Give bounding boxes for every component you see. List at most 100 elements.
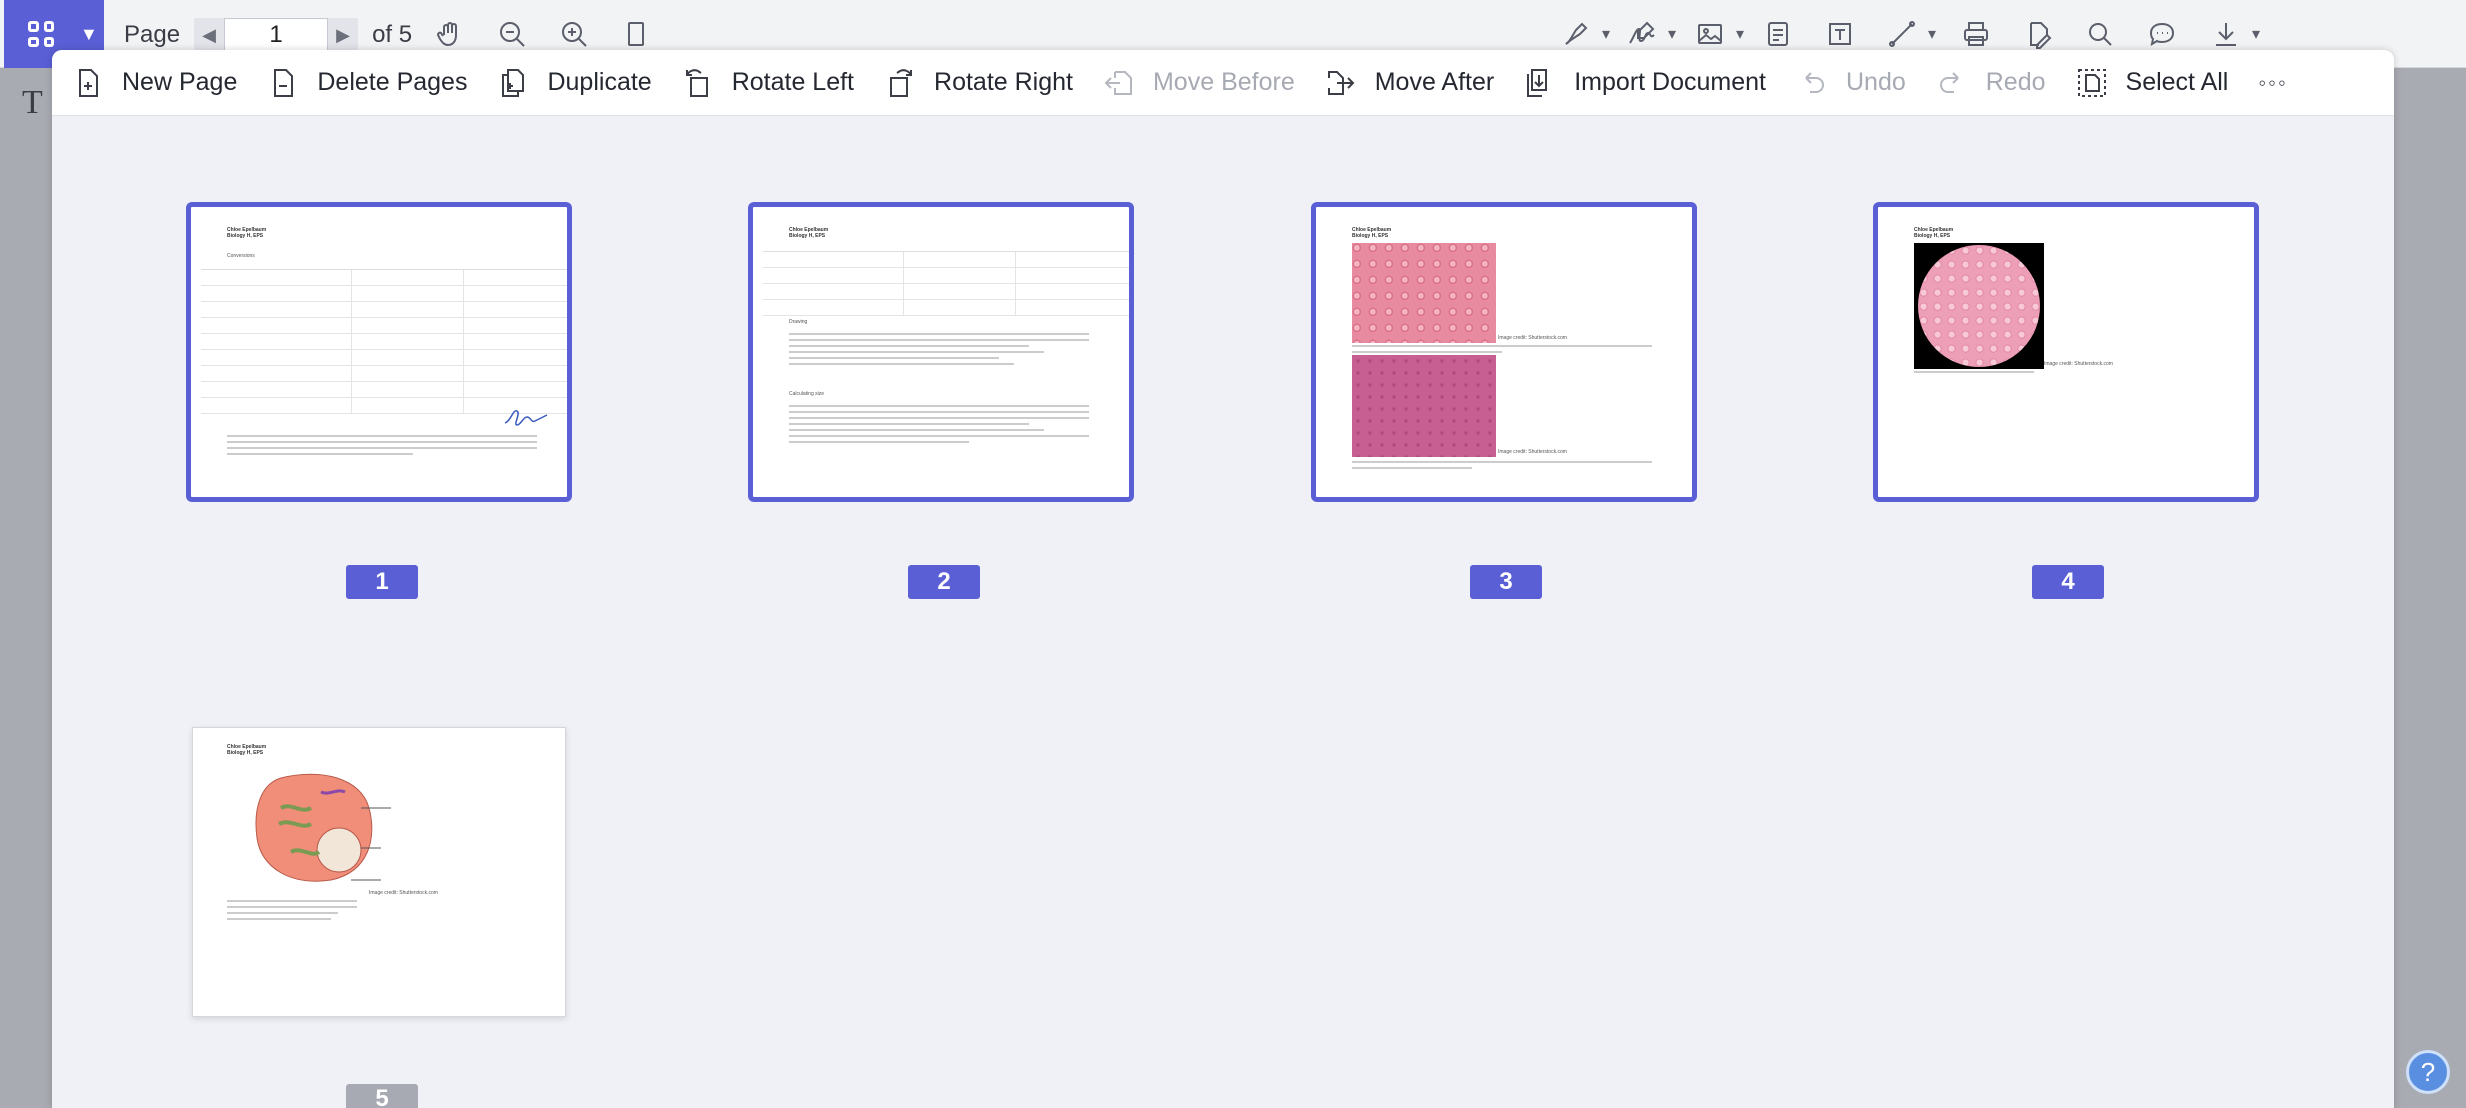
prev-page-button[interactable]: ◀ <box>194 18 225 52</box>
blood-cells-image <box>1352 243 1496 343</box>
tissue-image <box>1352 355 1496 457</box>
chevron-down-icon[interactable]: ▾ <box>1662 24 1682 44</box>
page-thumbnail-2[interactable]: Chloe Epelbaum Biology H, EPS Drawing Ca… <box>748 202 1134 502</box>
rotate-right-icon <box>890 68 913 97</box>
print-icon[interactable] <box>1956 14 1996 54</box>
page-4-credit: Image credit: Shutterstock.com <box>2044 361 2113 367</box>
page-1-content: Chloe Epelbaum Biology H, EPS <box>227 227 266 239</box>
page-1-text-lines <box>227 435 537 459</box>
select-all-button[interactable]: Select All <box>2076 50 2229 116</box>
search-icon[interactable] <box>2080 14 2120 54</box>
move-before-button[interactable]: Move Before <box>1103 50 1295 116</box>
undo-label: Undo <box>1845 68 1906 96</box>
import-document-icon <box>1527 68 1548 97</box>
redo-label: Redo <box>1985 68 2046 96</box>
image-icon[interactable] <box>1690 14 1730 54</box>
page-3-credit-2: Image credit: Shutterstock.com <box>1498 449 1567 455</box>
move-after-icon <box>1327 70 1355 95</box>
delete-pages-icon <box>274 68 294 97</box>
page-thumbnail-5[interactable]: Chloe Epelbaum Biology H, EPS Image cred… <box>192 727 566 1017</box>
chevron-down-icon[interactable]: ▾ <box>1922 24 1942 44</box>
cell-diagram <box>255 773 391 882</box>
page-navigator: Page ◀ ▶ of 5 <box>124 18 412 52</box>
text-tool-icon[interactable]: T <box>0 68 60 142</box>
download-icon[interactable] <box>2206 14 2246 54</box>
rotate-left-label: Rotate Left <box>731 68 855 96</box>
page-3-content: Chloe Epelbaum Biology H, EPS <box>1352 227 1391 239</box>
hand-icon[interactable] <box>430 14 470 54</box>
move-after-label: Move After <box>1374 68 1495 96</box>
chevron-down-icon[interactable]: ▾ <box>1596 24 1616 44</box>
more-icon: ◦◦◦ <box>2258 69 2288 95</box>
page-thumbnail-4[interactable]: Chloe Epelbaum Biology H, EPS Image cred… <box>1873 202 2259 502</box>
signature-graphic <box>504 410 548 426</box>
chevron-down-icon[interactable]: ▾ <box>1730 24 1750 44</box>
page-5-credit: Image credit: Shutterstock.com <box>369 890 438 896</box>
import-document-button[interactable]: Import Document <box>1524 50 1766 116</box>
rotate-left-icon <box>685 68 708 97</box>
microscope-image <box>1914 243 2044 369</box>
pen-icon[interactable] <box>1556 14 1596 54</box>
zoom-in-icon[interactable] <box>554 14 594 54</box>
redo-button[interactable]: Redo <box>1936 50 2046 116</box>
page-5-course: Biology H, EPS <box>227 750 264 756</box>
page-number-badge-1: 1 <box>346 565 418 599</box>
select-all-icon <box>2077 68 2106 97</box>
page-2-text-lines-a <box>789 333 1089 369</box>
delete-pages-button[interactable]: Delete Pages <box>267 50 467 116</box>
page-number-input[interactable] <box>224 18 329 52</box>
duplicate-icon <box>502 68 525 97</box>
view-tools <box>430 14 656 54</box>
page-3-text-lines-b <box>1352 461 1652 473</box>
new-page-icon <box>79 68 98 97</box>
page-thumbnail-3[interactable]: Chloe Epelbaum Biology H, EPS Image cred… <box>1311 202 1697 502</box>
comment-icon[interactable] <box>2142 14 2182 54</box>
page-number-badge-5: 5 <box>346 1084 418 1108</box>
page-2-heading: Drawing <box>789 319 808 325</box>
single-page-icon[interactable] <box>616 14 656 54</box>
chevron-down-icon[interactable]: ▾ <box>2246 24 2266 44</box>
signature-icon[interactable] <box>1622 14 1662 54</box>
undo-icon <box>1805 71 1824 93</box>
page-2-text-lines-b <box>789 405 1089 447</box>
page-label: Page <box>124 21 181 48</box>
page-number-badge-2: 2 <box>908 565 980 599</box>
note-icon[interactable] <box>1758 14 1798 54</box>
new-page-label: New Page <box>122 68 238 96</box>
organizer-toolbar: New Page Delete Pages Duplicate Rotate L… <box>52 50 2394 116</box>
rotate-right-button[interactable]: Rotate Right <box>884 50 1073 116</box>
grid-icon <box>28 21 54 47</box>
move-after-button[interactable]: Move After <box>1325 50 1495 116</box>
page-number-badge-3: 3 <box>1470 565 1542 599</box>
redo-icon <box>1939 71 1959 93</box>
duplicate-button[interactable]: Duplicate <box>497 50 652 116</box>
line-icon[interactable] <box>1882 14 1922 54</box>
page-4-text-lines <box>1914 371 2034 377</box>
page-1-course: Biology H, EPS <box>227 233 264 239</box>
rotate-left-button[interactable]: Rotate Left <box>682 50 854 116</box>
page-thumbnail-1[interactable]: Chloe Epelbaum Biology H, EPS Conversion… <box>186 202 572 502</box>
page-5-content: Chloe Epelbaum Biology H, EPS <box>227 744 266 756</box>
chevron-down-icon: ▼ <box>80 23 98 44</box>
page-3-course: Biology H, EPS <box>1352 233 1389 239</box>
zoom-out-icon[interactable] <box>492 14 532 54</box>
page-5-text-lines <box>227 900 357 924</box>
next-page-button[interactable]: ▶ <box>328 18 359 52</box>
undo-button[interactable]: Undo <box>1796 50 1906 116</box>
page-2-course: Biology H, EPS <box>789 233 826 239</box>
move-before-icon <box>1104 70 1132 95</box>
page-1-table <box>201 269 567 414</box>
rotate-right-label: Rotate Right <box>934 68 1073 96</box>
annotation-tools: ▾ ▾ ▾ ▾ ▾ <box>1556 14 2266 54</box>
text-box-icon[interactable] <box>1820 14 1860 54</box>
move-before-label: Move Before <box>1152 68 1295 96</box>
delete-pages-label: Delete Pages <box>317 68 468 96</box>
new-page-button[interactable]: New Page <box>72 50 237 116</box>
more-options-button[interactable]: ◦◦◦ <box>2258 50 2287 116</box>
page-2-heading-2: Calculating size <box>789 391 825 397</box>
edit-icon[interactable] <box>2018 14 2058 54</box>
duplicate-label: Duplicate <box>547 68 652 96</box>
help-button[interactable]: ? <box>2406 1050 2450 1094</box>
select-all-label: Select All <box>2125 68 2229 96</box>
page-2-table <box>763 251 1129 316</box>
